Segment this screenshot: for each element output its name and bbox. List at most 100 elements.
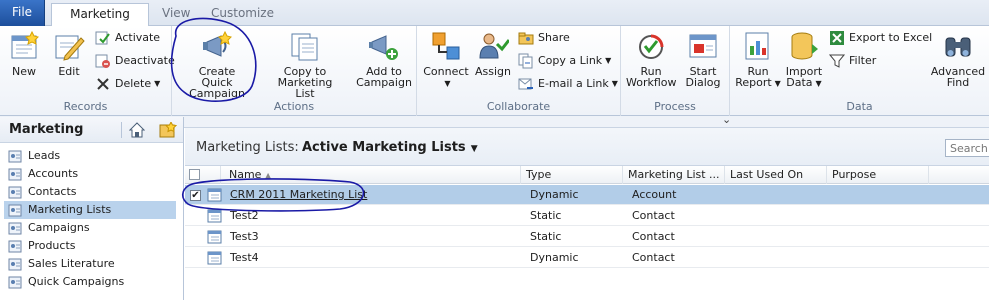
favorites-star-icon[interactable] <box>159 122 177 138</box>
create-quick-campaign-button[interactable]: Create Quick Campaign <box>182 30 252 99</box>
tab-customize[interactable]: Customize <box>207 3 278 27</box>
email-link-icon <box>518 78 533 90</box>
run-report-icon <box>745 32 769 60</box>
deactivate-label: Deactivate <box>115 54 175 67</box>
cell-name[interactable]: Test4 <box>225 248 259 268</box>
sidebar-item-contacts[interactable]: Contacts <box>4 183 176 201</box>
column-header-member-type[interactable]: Marketing List ... <box>623 166 725 184</box>
view-selector[interactable]: Active Marketing Lists ▼ <box>302 140 478 155</box>
connect-button[interactable]: Connect ▼ <box>422 30 470 89</box>
cell-member-type: Contact <box>627 227 675 247</box>
marketing-list-icon <box>207 188 222 202</box>
new-button[interactable]: New <box>6 30 42 77</box>
edit-button[interactable]: Edit <box>52 30 86 77</box>
sidebar-item-label: Quick Campaigns <box>28 275 125 288</box>
chevron-down-icon: ▼ <box>470 144 478 154</box>
copy-to-marketing-list-button[interactable]: Copy to Marketing List <box>256 30 354 99</box>
column-header-last-used-on[interactable]: Last Used On <box>725 166 827 184</box>
cell-purpose <box>831 206 836 226</box>
chevron-down-icon: ▼ <box>605 56 612 65</box>
export-to-excel-button[interactable]: Export to Excel <box>829 29 932 47</box>
sidebar-item-label: Contacts <box>28 185 77 198</box>
data-group: Run Report ▼ Import Data ▼ Export to Excel… <box>730 26 989 116</box>
add-to-campaign-button[interactable]: Add to Campaign <box>356 30 412 88</box>
view-name: Active Marketing Lists <box>302 140 466 155</box>
import-data-label-line2: Data ▼ <box>784 77 824 89</box>
data-group-label: Data <box>846 100 873 113</box>
sidebar-item-products[interactable]: Products <box>4 237 176 255</box>
cell-type-text: Static <box>530 209 562 222</box>
copy-to-marketing-list-label-line2: List <box>295 87 315 100</box>
column-header-type[interactable]: Type <box>521 166 623 184</box>
cell-purpose <box>831 248 836 268</box>
deactivate-button[interactable]: Deactivate <box>95 52 175 70</box>
search-input[interactable]: Search f <box>945 139 989 157</box>
filter-button[interactable]: Filter <box>829 52 876 70</box>
column-header-purpose[interactable]: Purpose <box>827 166 929 184</box>
run-report-label-line2: Report ▼ <box>734 77 782 89</box>
tab-view[interactable]: View <box>158 3 194 27</box>
marketing-lists-icon <box>8 204 22 217</box>
cell-name-text: Test2 <box>230 209 259 222</box>
import-data-button[interactable]: Import Data ▼ <box>784 30 824 89</box>
cell-name[interactable]: CRM 2011 Marketing List <box>225 185 367 205</box>
copy-to-marketing-list-icon <box>291 33 318 61</box>
share-label: Share <box>538 31 570 44</box>
chevron-down-icon[interactable]: ⌄ <box>722 113 731 126</box>
actions-group-label: Actions <box>273 100 315 113</box>
chevron-down-icon: ▼ <box>815 78 822 88</box>
sidebar-item-campaigns[interactable]: Campaigns <box>4 219 176 237</box>
ribbon: New Edit Activate Deactivate Delete ▼ Rec… <box>0 26 989 116</box>
advanced-find-button[interactable]: Advanced Find <box>928 30 988 88</box>
cell-name-text: CRM 2011 Marketing List <box>230 188 368 201</box>
main-content: Marketing Lists: Active Marketing Lists ▼… <box>185 128 989 300</box>
sidebar-item-sales-literature[interactable]: Sales Literature <box>4 255 176 273</box>
add-to-campaign-icon <box>369 35 398 60</box>
sidebar-item-label: Campaigns <box>28 221 90 234</box>
table-row[interactable]: ✔ CRM 2011 Marketing List Dynamic Account <box>185 185 989 205</box>
tab-marketing-lists[interactable]: Marketing Lists <box>51 3 149 42</box>
column-header-name[interactable]: Name ▲ <box>221 166 521 184</box>
assign-icon <box>479 33 509 59</box>
assign-button[interactable]: Assign <box>473 30 513 77</box>
edit-label: Edit <box>58 65 80 78</box>
run-workflow-button[interactable]: Run Workflow <box>626 30 677 88</box>
table-row[interactable]: Test4 Dynamic Contact <box>185 248 989 268</box>
chevron-down-icon: ▼ <box>444 78 451 88</box>
start-dialog-button[interactable]: Start Dialog <box>681 30 725 88</box>
marketing-list-icon <box>207 230 222 244</box>
tab-file[interactable]: File <box>0 0 45 26</box>
run-report-button[interactable]: Run Report ▼ <box>734 30 782 89</box>
activate-button[interactable]: Activate <box>95 29 160 47</box>
nav-title: Marketing <box>9 122 84 137</box>
leads-icon <box>8 150 22 163</box>
sidebar-item-accounts[interactable]: Accounts <box>4 165 176 183</box>
sort-ascending-icon: ▲ <box>264 171 272 180</box>
sidebar-item-quick-campaigns[interactable]: Quick Campaigns <box>4 273 176 291</box>
start-dialog-label-line2: Dialog <box>685 76 721 89</box>
create-quick-campaign-label-line1: Create Quick <box>198 65 236 89</box>
cell-name[interactable]: Test3 <box>225 227 259 247</box>
export-to-excel-label: Export to Excel <box>849 31 933 44</box>
cell-name[interactable]: Test2 <box>225 206 259 226</box>
nav-header: Marketing <box>0 117 183 143</box>
email-a-link-button[interactable]: E-mail a Link ▼ <box>518 75 618 93</box>
sidebar-item-leads[interactable]: Leads <box>4 147 176 165</box>
delete-button[interactable]: Delete ▼ <box>95 75 160 93</box>
table-row[interactable]: Test2 Static Contact <box>185 206 989 226</box>
copy-a-link-button[interactable]: Copy a Link ▼ <box>518 52 611 70</box>
products-icon <box>8 240 22 253</box>
row-checkbox[interactable]: ✔ <box>190 190 201 201</box>
select-all-checkbox[interactable] <box>189 169 200 180</box>
cell-member-type-text: Contact <box>632 209 675 222</box>
cell-type: Dynamic <box>525 248 579 268</box>
sidebar-item-marketing-lists[interactable]: Marketing Lists <box>4 201 176 219</box>
table-row[interactable]: Test3 Static Contact <box>185 227 989 247</box>
edit-icon <box>55 35 85 61</box>
home-icon[interactable] <box>129 122 145 138</box>
share-button[interactable]: Share <box>518 29 570 47</box>
excel-icon <box>830 31 844 45</box>
column-name-label: Name <box>229 168 262 181</box>
header-select-cell <box>185 166 221 184</box>
cell-type-text: Dynamic <box>530 188 579 201</box>
